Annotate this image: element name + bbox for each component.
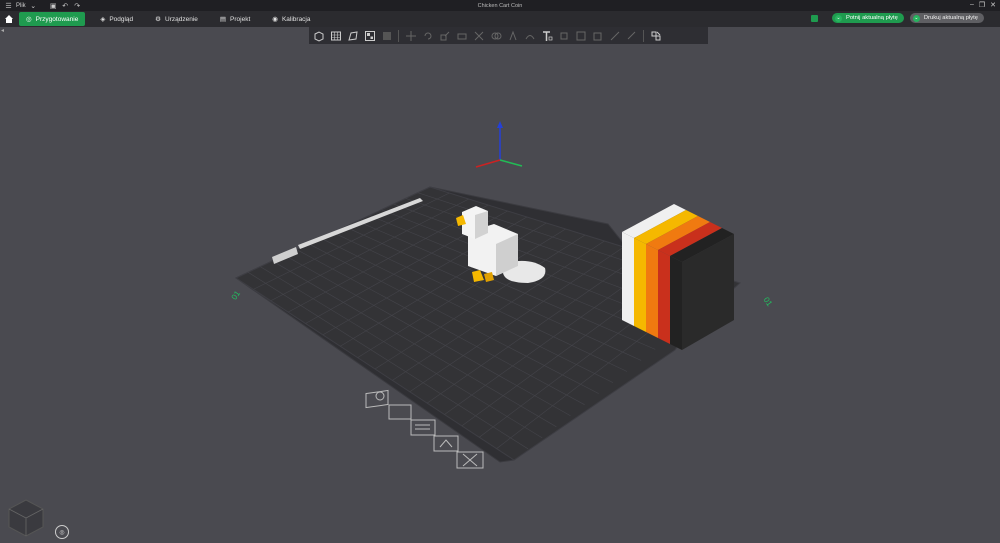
stripe-face xyxy=(670,256,682,350)
tab-calibration-label: Kalibracja xyxy=(281,15,311,23)
device-icon: ⚙ xyxy=(155,16,161,23)
tab-prepare-label: Przygotowanie xyxy=(35,15,79,23)
3d-viewport[interactable]: 01 01 xyxy=(0,27,1000,543)
home-icon[interactable] xyxy=(2,12,16,26)
print-plate-button[interactable]: ⌄ Drukuj aktualną płytę xyxy=(909,13,984,23)
hamburger-menu-icon[interactable]: ☰ xyxy=(4,1,13,10)
print-plate-label: Drukuj aktualną płytę xyxy=(923,15,978,21)
plate-lock-icon[interactable] xyxy=(388,404,412,420)
view-navigation-cube[interactable] xyxy=(6,498,46,538)
close-icon[interactable]: ✕ xyxy=(990,1,996,9)
camera-view-icon[interactable]: ◎ xyxy=(55,525,69,539)
stripe-face xyxy=(658,250,670,344)
chevron-down-icon[interactable]: ⌄ xyxy=(29,1,38,10)
tab-preview[interactable]: ◈ Podgląd xyxy=(93,12,140,26)
stripe-block-model[interactable] xyxy=(622,204,734,350)
main-tab-bar: ◎ Przygotowanie ◈ Podgląd ⚙ Urządzenie ▤… xyxy=(0,11,1000,27)
tab-prepare[interactable]: ◎ Przygotowanie xyxy=(19,12,86,26)
print-icon: ⌄ xyxy=(912,14,920,22)
tab-calibration[interactable]: ◉ Kalibracja xyxy=(265,12,317,26)
calibration-icon: ◉ xyxy=(272,16,278,23)
axis-gizmo xyxy=(475,121,523,168)
stripe-face xyxy=(646,244,658,338)
plate-label-left: 01 xyxy=(230,289,243,302)
plate-delete-icon[interactable] xyxy=(456,451,484,469)
stripe-face xyxy=(622,232,634,326)
tab-project-label: Projekt xyxy=(230,15,251,23)
restore-icon[interactable]: ❐ xyxy=(979,1,985,9)
file-menu[interactable]: Plik xyxy=(16,3,26,9)
window-title: Chicken Cart Coin xyxy=(477,2,523,9)
tab-project[interactable]: ▤ Projekt xyxy=(213,12,257,26)
title-bar: ☰ Plik ⌄ ▣ ↶ ↷ Chicken Cart Coin – ❐ ✕ xyxy=(0,0,1000,11)
plate-settings-icon[interactable] xyxy=(810,14,818,22)
tab-preview-label: Podgląd xyxy=(109,15,134,23)
plate-arrange-icon[interactable] xyxy=(410,419,436,436)
save-icon[interactable]: ▣ xyxy=(49,1,58,10)
plate-orient-icon[interactable] xyxy=(433,435,459,452)
tab-device[interactable]: ⚙ Urządzenie xyxy=(148,12,205,26)
undo-icon[interactable]: ↶ xyxy=(61,1,70,10)
stripe-face xyxy=(634,238,646,332)
minimize-icon[interactable]: – xyxy=(970,1,974,9)
slice-plate-label: Potnij aktualną płytę xyxy=(845,15,898,21)
prepare-icon: ◎ xyxy=(26,16,32,23)
plate-camera-icon[interactable] xyxy=(365,389,389,409)
project-icon: ▤ xyxy=(219,16,227,23)
preview-icon: ◈ xyxy=(100,16,106,23)
slice-plate-button[interactable]: ⌄ Potnij aktualną płytę xyxy=(831,13,904,23)
redo-icon[interactable]: ↷ xyxy=(73,1,82,10)
slice-icon: ⌄ xyxy=(834,14,842,22)
tab-device-label: Urządzenie xyxy=(165,15,198,23)
plate-label-right: 01 xyxy=(762,295,775,308)
